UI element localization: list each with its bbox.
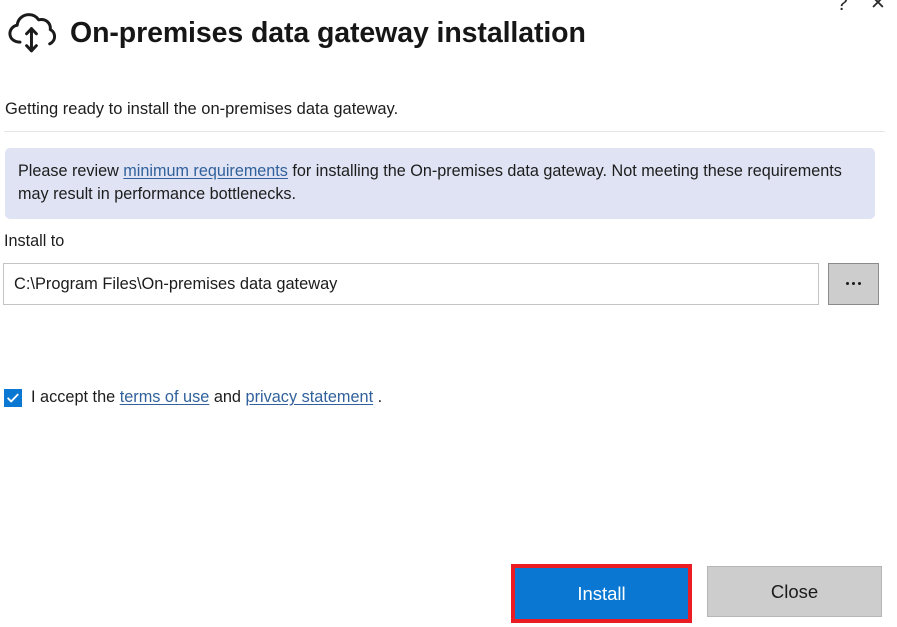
close-icon[interactable]: ✕ — [865, 0, 891, 16]
page-header: On-premises data gateway installation — [6, 10, 586, 56]
install-to-label: Install to — [4, 232, 65, 250]
install-path-input[interactable] — [3, 263, 819, 305]
header-divider — [4, 131, 885, 132]
subtitle-text: Getting ready to install the on-premises… — [5, 100, 399, 118]
accept-terms-checkbox[interactable] — [4, 388, 22, 407]
install-path-row — [3, 263, 879, 305]
banner-text-before: Please review — [18, 162, 124, 180]
accept-text-before: I accept the — [31, 388, 120, 406]
page-title: On-premises data gateway installation — [70, 16, 586, 49]
help-icon[interactable]: ? — [829, 0, 855, 16]
ellipsis-icon — [846, 281, 861, 285]
privacy-statement-link[interactable]: privacy statement — [246, 388, 374, 407]
close-button[interactable]: Close — [707, 566, 882, 617]
info-banner: Please review minimum requirements for i… — [5, 148, 875, 219]
terms-of-use-link[interactable]: terms of use — [120, 388, 210, 407]
install-button[interactable]: Install — [515, 568, 688, 619]
browse-button[interactable] — [828, 263, 879, 305]
cloud-upload-download-icon — [8, 13, 56, 53]
window-controls: ? ✕ — [829, 0, 891, 16]
accept-text-middle: and — [209, 388, 246, 406]
checkmark-icon — [7, 393, 19, 402]
accept-terms-row[interactable]: I accept the terms of use and privacy st… — [4, 388, 382, 407]
minimum-requirements-link[interactable]: minimum requirements — [123, 162, 288, 180]
accept-text-after: . — [373, 388, 383, 406]
